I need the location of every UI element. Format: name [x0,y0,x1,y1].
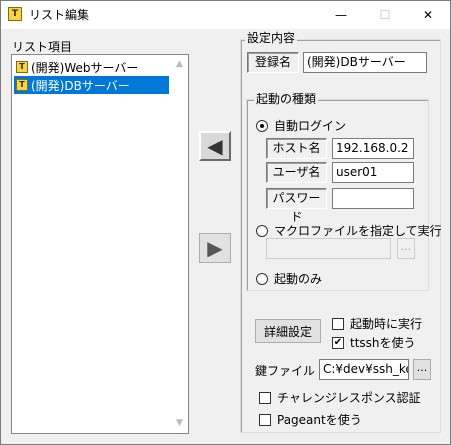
minimize-button[interactable]: — [319,1,363,29]
use-ttssh-checkbox[interactable]: ✔ ttsshを使う [332,334,416,351]
macro-browse-button[interactable]: ... [397,238,415,259]
checkbox-unchecked-icon [259,391,271,404]
launch-only-radio[interactable]: 起動のみ [256,270,322,287]
registered-name-field[interactable]: (開発)DBサーバー [303,52,427,73]
pageant-label: Pageantを使う [277,413,362,427]
run-at-startup-label: 起動時に実行 [350,317,423,331]
password-field[interactable] [332,188,414,209]
host-label: ホスト名 [266,138,327,159]
launch-type-group-title: 起動の種類 [254,90,319,107]
list-item-db-server[interactable]: T (開発)DBサーバー [14,76,169,94]
arrow-right-icon: ▶ [207,236,223,260]
pageant-checkbox[interactable]: Pageantを使う [259,411,362,428]
key-file-field[interactable]: C:¥dev¥ssh_key [319,359,409,380]
use-ttssh-label: ttsshを使う [350,336,416,350]
checkbox-unchecked-icon [332,317,344,330]
list-item-label: (開発)Webサーバー [31,60,139,75]
run-at-startup-checkbox[interactable]: 起動時に実行 [332,315,422,332]
user-label: ユーザ名 [266,162,327,183]
key-file-browse-button[interactable]: ... [413,359,431,380]
key-file-label: 鍵ファイル [255,364,316,378]
arrow-left-icon: ◀ [207,134,223,158]
challenge-response-checkbox[interactable]: チャレンジレスポンス認証 [259,389,421,406]
server-list[interactable]: T (開発)Webサーバー T (開発)DBサーバー ▲ ▼ [11,54,189,434]
challenge-response-label: チャレンジレスポンス認証 [277,391,421,405]
app-icon: T [8,7,22,21]
macro-radio[interactable]: マクロファイルを指定して実行 [256,222,442,239]
host-field[interactable]: 192.168.0.2 [332,138,414,159]
load-from-list-button[interactable]: ▶ [199,233,231,263]
checkbox-checked-icon: ✔ [332,336,344,349]
auto-login-label: 自動ログイン [274,119,347,133]
list-item-label: (開発)DBサーバー [31,78,130,93]
radio-unselected-icon [256,272,268,285]
title-bar: T リスト編集 — ☐ ✕ [1,1,450,29]
close-button[interactable]: ✕ [406,1,450,29]
launch-only-label: 起動のみ [274,272,323,286]
detail-settings-button[interactable]: 詳細設定 [255,319,321,343]
move-to-list-button[interactable]: ◀ [199,131,231,161]
settings-group-title: 設定内容 [245,29,298,46]
server-icon: T [16,61,28,73]
window-title: リスト編集 [29,8,90,22]
radio-unselected-icon [256,224,268,237]
password-label: パスワード [266,188,327,224]
list-header: リスト項目 [12,40,73,54]
scroll-up-arrow-icon[interactable]: ▲ [172,57,187,72]
list-item-web-server[interactable]: T (開発)Webサーバー [14,58,169,76]
macro-label: マクロファイルを指定して実行 [274,224,442,238]
user-field[interactable]: user01 [332,162,414,183]
server-icon: T [16,79,28,91]
registered-name-label: 登録名 [247,52,299,73]
auto-login-radio[interactable]: 自動ログイン [256,117,346,134]
macro-file-field[interactable] [266,238,391,259]
checkbox-unchecked-icon [259,413,271,426]
maximize-button[interactable]: ☐ [363,1,407,29]
scroll-down-arrow-icon[interactable]: ▼ [172,416,187,431]
radio-selected-icon [256,119,268,132]
window: T リスト編集 — ☐ ✕ リスト項目 T (開発)Webサーバー T (開発)… [0,0,451,445]
